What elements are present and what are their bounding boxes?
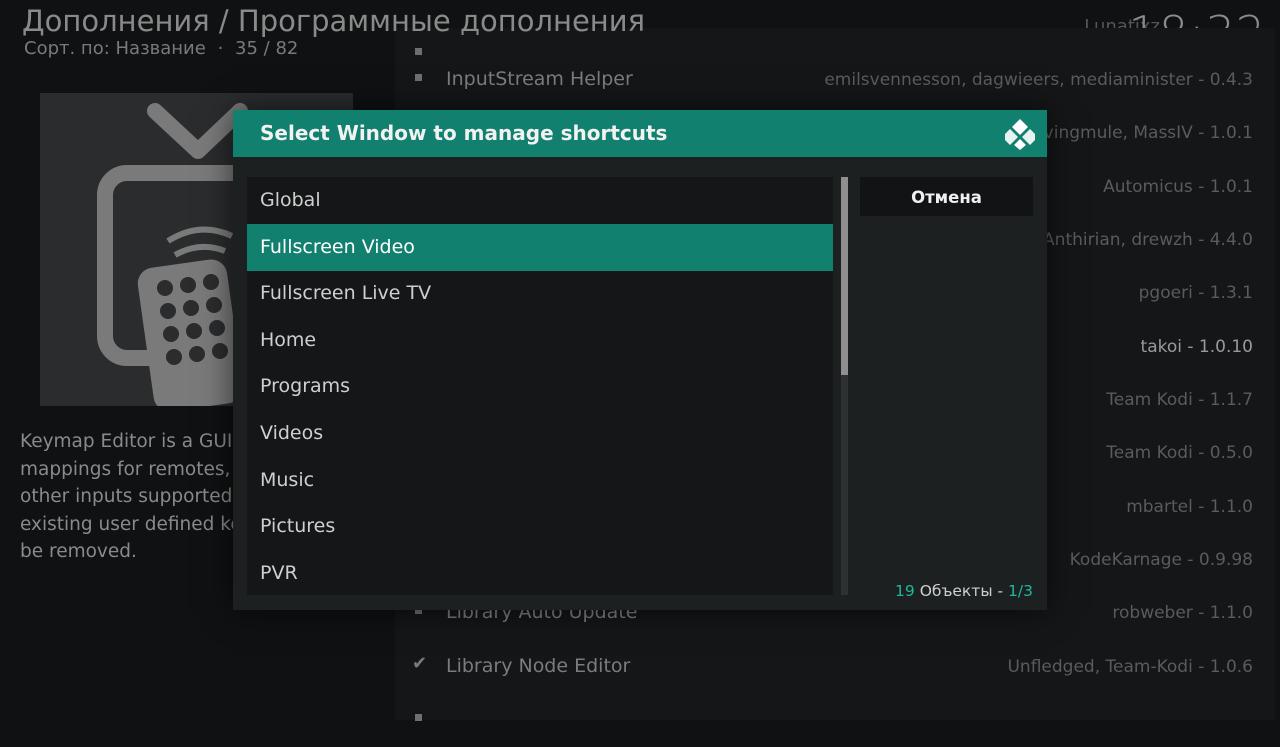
window-item-music[interactable]: Music	[247, 457, 833, 504]
window-item-fullscreen-video[interactable]: Fullscreen Video	[247, 223, 833, 271]
window-item-global[interactable]: Global	[247, 177, 833, 224]
page-title: Дополнения / Программные дополнения	[22, 4, 646, 38]
bullet-icon	[415, 74, 422, 81]
checkmark-icon: ✔	[412, 653, 428, 674]
window-item-pvr[interactable]: PVR	[247, 550, 833, 595]
dialog-header: Select Window to manage shortcuts	[233, 110, 1047, 157]
window-item-programs[interactable]: Programs	[247, 363, 833, 410]
dialog-title: Select Window to manage shortcuts	[260, 121, 668, 145]
window-item-home[interactable]: Home	[247, 317, 833, 364]
scrollbar-thumb[interactable]	[841, 177, 848, 375]
list-scrollbar[interactable]	[841, 177, 848, 595]
item-count: 19 Объекты - 1/3	[895, 582, 1033, 600]
item-position: 35 / 82	[235, 38, 299, 59]
sort-info: Сорт. по: Название · 35 / 82	[24, 38, 298, 59]
list-item[interactable]	[395, 694, 1275, 747]
sort-separator: ·	[217, 38, 224, 59]
list-item[interactable]: ✔ Library Node Editor Unfledged, Team-Ko…	[395, 641, 1275, 694]
kodi-logo-icon	[1005, 119, 1035, 150]
window-item-videos[interactable]: Videos	[247, 410, 833, 457]
window-item-pictures[interactable]: Pictures	[247, 503, 833, 550]
window-list: Global Fullscreen Video Fullscreen Live …	[247, 177, 833, 595]
cancel-button[interactable]: Отмена	[860, 177, 1033, 216]
list-item[interactable]: InputStream Helper emilsvennesson, dagwi…	[395, 54, 1275, 107]
sort-label: Сорт. по: Название	[24, 38, 206, 59]
select-window-dialog: Select Window to manage shortcuts Global…	[233, 110, 1047, 610]
window-item-fullscreen-live-tv[interactable]: Fullscreen Live TV	[247, 270, 833, 317]
